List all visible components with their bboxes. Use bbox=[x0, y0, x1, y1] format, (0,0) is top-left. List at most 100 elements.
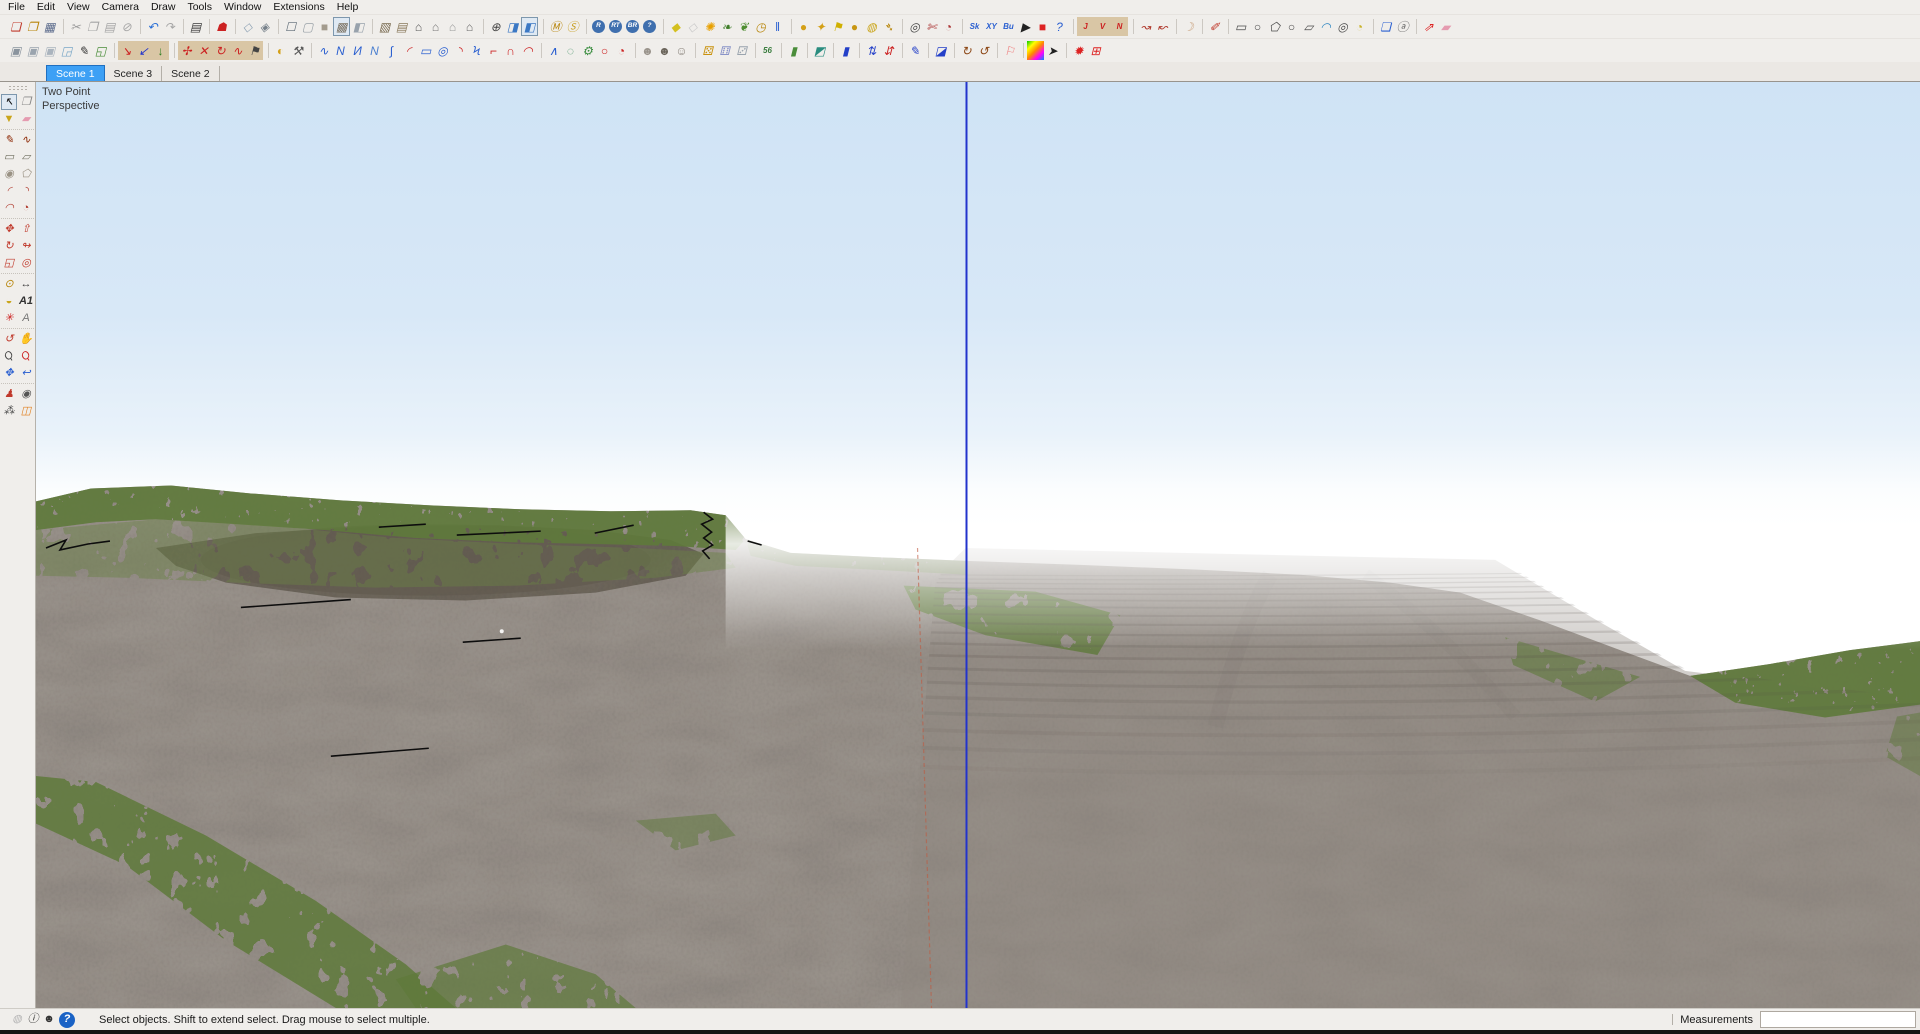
lt-select-icon[interactable]: ↖ bbox=[1, 94, 17, 110]
lt-section-icon[interactable]: ◫ bbox=[18, 403, 34, 419]
cut-icon[interactable]: ✂ bbox=[67, 17, 84, 36]
head-c-icon[interactable]: ☺ bbox=[673, 41, 690, 60]
grass-b-icon[interactable]: ❦ bbox=[735, 17, 752, 36]
bz-n3-icon[interactable]: N bbox=[366, 41, 383, 60]
terr-b-icon[interactable]: ✕ bbox=[195, 41, 212, 60]
lt-circle-icon[interactable]: ◉ bbox=[1, 166, 17, 182]
lt-scale-icon[interactable]: ◱ bbox=[1, 255, 17, 271]
play-icon[interactable]: ▶ bbox=[1017, 17, 1034, 36]
skin-bub-icon[interactable]: Bu bbox=[1000, 17, 1017, 36]
bz-n5-icon[interactable]: ∧ bbox=[545, 41, 562, 60]
diamond-icon[interactable]: ◇ bbox=[684, 17, 701, 36]
scene-tab-1[interactable]: Scene 1 bbox=[46, 65, 105, 81]
pause-icon[interactable]: ‖ bbox=[769, 17, 786, 36]
copy-icon[interactable]: ❐ bbox=[84, 17, 101, 36]
terr-a-icon[interactable]: ✢ bbox=[178, 41, 195, 60]
bz-u1-icon[interactable]: ∩ bbox=[502, 41, 519, 60]
wrench-green-icon[interactable]: ⚙ bbox=[579, 41, 596, 60]
bz-ring-icon[interactable]: ◌ bbox=[562, 41, 579, 60]
spiral-b-icon[interactable]: ↺ bbox=[975, 41, 992, 60]
shape-circle-icon[interactable]: ○ bbox=[1249, 17, 1266, 36]
coin-half-icon[interactable]: ◐ bbox=[272, 41, 289, 60]
menu-view[interactable]: View bbox=[61, 1, 96, 13]
sphere-a-icon[interactable]: ● bbox=[795, 17, 812, 36]
st-person-icon[interactable]: ☻ bbox=[41, 1012, 57, 1028]
menu-file[interactable]: File bbox=[2, 1, 31, 13]
lt-eraser-icon[interactable]: ▰ bbox=[18, 111, 34, 127]
shape-polygon-icon[interactable]: ⬠ bbox=[1266, 17, 1283, 36]
lt-paint-icon[interactable]: ▼ bbox=[1, 111, 17, 127]
sun-red-icon[interactable]: ✹ bbox=[1070, 41, 1087, 60]
box-c-icon[interactable]: ▣ bbox=[41, 41, 58, 60]
green-pill-icon[interactable]: ▮ bbox=[785, 41, 802, 60]
dice-c-icon[interactable]: ⚂ bbox=[733, 41, 750, 60]
tools-icon[interactable]: ⚒ bbox=[289, 41, 306, 60]
cursor-black-icon[interactable]: ➤ bbox=[1044, 41, 1061, 60]
lt-pie-icon[interactable]: ◔ bbox=[18, 200, 34, 216]
two-point-view-icon[interactable]: ◧ bbox=[521, 17, 538, 36]
table-red-icon[interactable]: ⊞ bbox=[1087, 41, 1104, 60]
pencil-red-icon[interactable]: ✐ bbox=[1206, 17, 1223, 36]
undo-icon[interactable]: ↶ bbox=[144, 17, 161, 36]
dice-a-icon[interactable]: ⚄ bbox=[699, 41, 716, 60]
scene-tab-2[interactable]: Scene 2 bbox=[162, 66, 220, 81]
plugin-rt-icon[interactable]: RT bbox=[609, 20, 622, 33]
zoom-extents-cam-icon[interactable]: ⊕ bbox=[487, 17, 504, 36]
sphere-c-icon[interactable]: ◍ bbox=[863, 17, 880, 36]
scratch-icon[interactable]: ✎ bbox=[75, 41, 92, 60]
hidden-line-icon[interactable]: ▢ bbox=[299, 17, 316, 36]
arrows-up-icon[interactable]: ⇅ bbox=[863, 41, 880, 60]
sphere-b-icon[interactable]: ● bbox=[846, 17, 863, 36]
terrain-v-icon[interactable]: V bbox=[1094, 17, 1111, 36]
front-view-icon[interactable]: ⌂ bbox=[410, 17, 427, 36]
bz-c1-icon[interactable]: ◜ bbox=[400, 41, 417, 60]
menu-draw[interactable]: Draw bbox=[145, 1, 182, 13]
bz-pie-icon[interactable]: ◔ bbox=[613, 41, 630, 60]
flag-pink-icon[interactable]: ⚐ bbox=[1001, 41, 1018, 60]
compass-icon[interactable]: ◎ bbox=[906, 17, 923, 36]
coin-s-icon[interactable]: Ⓢ bbox=[564, 17, 581, 36]
box-b-icon[interactable]: ▣ bbox=[24, 41, 41, 60]
terrain-j-icon[interactable]: J bbox=[1077, 17, 1094, 36]
right-view-icon[interactable]: ⌂ bbox=[427, 17, 444, 36]
lt-rotrect-icon[interactable]: ▱ bbox=[18, 149, 34, 165]
terr-green-icon[interactable]: ↓ bbox=[152, 41, 169, 60]
lt-offset-icon[interactable]: ◎ bbox=[18, 255, 34, 271]
bz-c2-icon[interactable]: ◝ bbox=[451, 41, 468, 60]
terr-c-icon[interactable]: ↻ bbox=[212, 41, 229, 60]
lt-component-icon[interactable]: ❒ bbox=[18, 94, 34, 110]
lt-arc-icon[interactable]: ◝ bbox=[18, 183, 34, 199]
lt-3dtext-icon[interactable]: A bbox=[18, 310, 34, 326]
grass-a-icon[interactable]: ❧ bbox=[718, 17, 735, 36]
wireframe-icon[interactable]: ☐ bbox=[282, 17, 299, 36]
burst-icon[interactable]: ✺ bbox=[701, 17, 718, 36]
bz-r1-icon[interactable]: ⌐ bbox=[485, 41, 502, 60]
box-a-icon[interactable]: ▣ bbox=[7, 41, 24, 60]
bz-wave-icon[interactable]: ∿ bbox=[315, 41, 332, 60]
lt-protractor-icon[interactable]: ◒ bbox=[1, 293, 17, 309]
scene-tab-3[interactable]: Scene 3 bbox=[105, 66, 163, 81]
lt-arc2-icon[interactable]: ◜ bbox=[1, 183, 17, 199]
stopwatch-icon[interactable]: ◔ bbox=[940, 17, 957, 36]
lt-tape-icon[interactable]: ⊙ bbox=[1, 276, 17, 292]
bz-spiral-icon[interactable]: ◎ bbox=[434, 41, 451, 60]
menu-extensions[interactable]: Extensions bbox=[267, 1, 330, 13]
lt-rect-icon[interactable]: ▭ bbox=[1, 149, 17, 165]
skin-icon[interactable]: Sk bbox=[966, 17, 983, 36]
coin-m-icon[interactable]: Ⓜ bbox=[547, 17, 564, 36]
bz-o-icon[interactable]: ○ bbox=[596, 41, 613, 60]
lt-look-icon[interactable]: ◉ bbox=[18, 386, 34, 402]
terr-e-icon[interactable]: ⚑ bbox=[246, 41, 263, 60]
pin-gold-icon[interactable]: ➴ bbox=[880, 17, 897, 36]
erase-all-icon[interactable]: ⊘ bbox=[118, 17, 135, 36]
flag-gold-icon[interactable]: ⚑ bbox=[829, 17, 846, 36]
warehouse-icon[interactable]: ☗ bbox=[213, 17, 230, 36]
wedge-blue-icon[interactable]: ◲ bbox=[58, 41, 75, 60]
lt-walk-icon[interactable]: ⁂ bbox=[1, 403, 17, 419]
prev-view-icon[interactable]: ◨ bbox=[504, 17, 521, 36]
print-icon[interactable]: ▤ bbox=[187, 17, 204, 36]
axes-arrow-icon[interactable]: ⇗ bbox=[1420, 17, 1437, 36]
menu-help[interactable]: Help bbox=[331, 1, 365, 13]
lt-axes-icon[interactable]: ✳ bbox=[1, 310, 17, 326]
shape-parallelogram-icon[interactable]: ▱ bbox=[1300, 17, 1317, 36]
